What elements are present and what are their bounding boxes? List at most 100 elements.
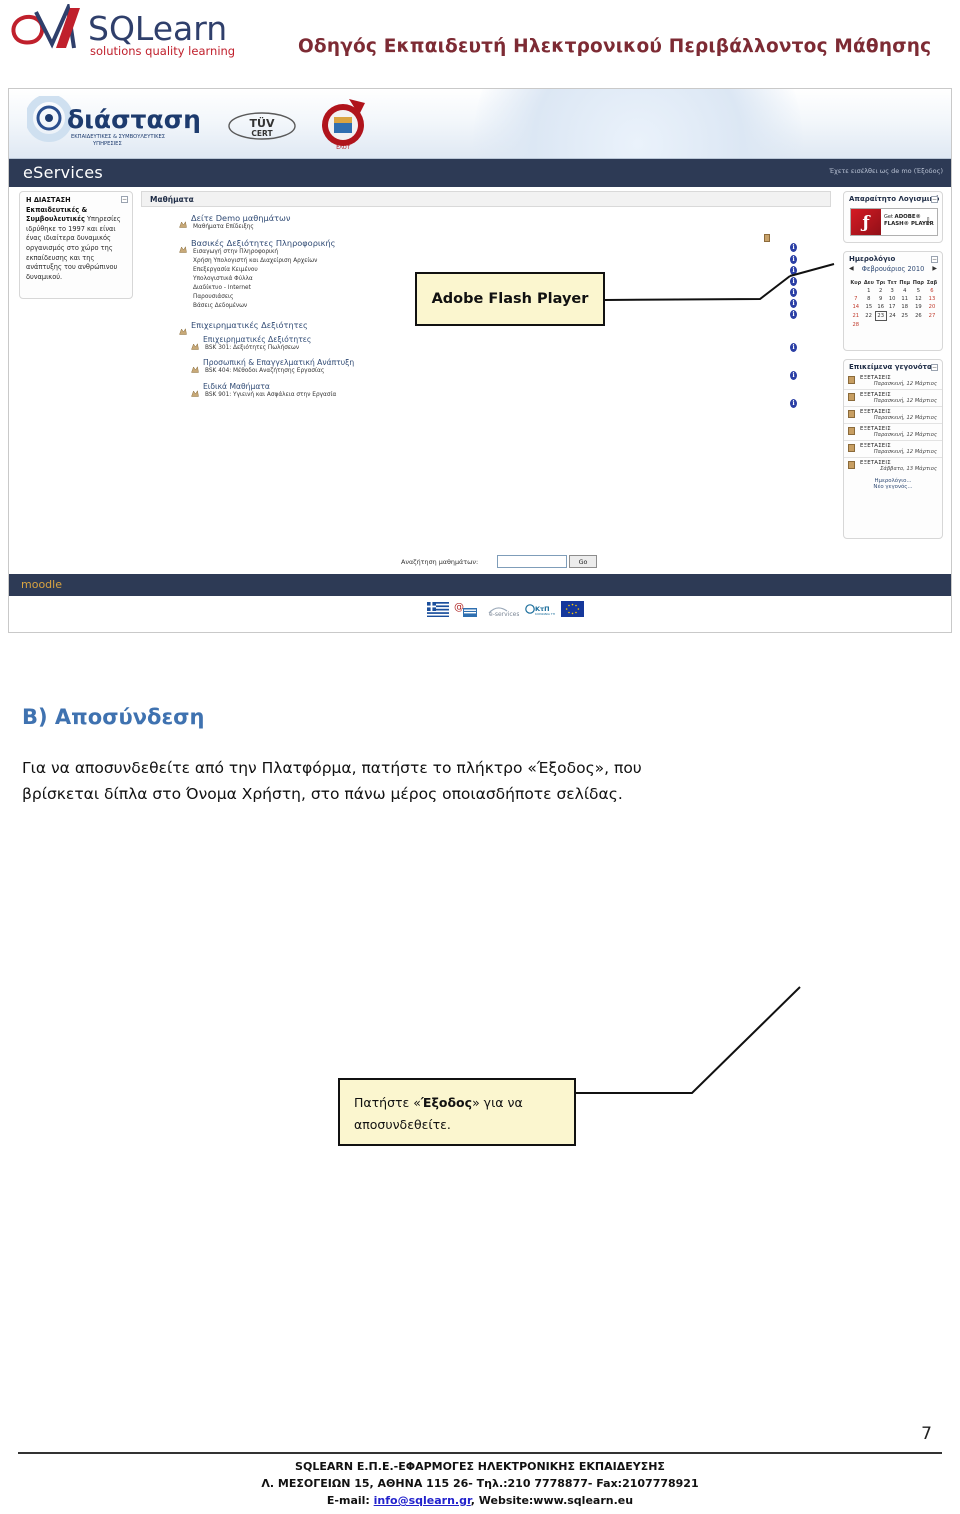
course-category-link[interactable]: Βασικές Δεξιότητες Πληροφορικής xyxy=(179,238,335,248)
required-software-panel: Απαραίτητο Λογισμικό − ƒ Get ADOBE® FLAS… xyxy=(843,191,943,243)
svg-text:διάσταση: διάσταση xyxy=(67,105,201,134)
collapse-icon[interactable]: − xyxy=(931,196,938,203)
callout-exit-prefix: Πατήστε « xyxy=(354,1095,421,1110)
calendar-day[interactable]: 20 xyxy=(925,303,938,312)
event-icon xyxy=(848,444,855,452)
course-category-link[interactable]: Ειδικά Μαθήματα xyxy=(191,382,336,391)
course-link[interactable]: Εισαγωγή στην Πληροφορική xyxy=(179,248,335,257)
calendar-day[interactable]: 10 xyxy=(886,295,898,303)
course-search-go-button[interactable]: Go xyxy=(569,555,597,568)
course-search-input[interactable] xyxy=(497,555,567,568)
calendar-month-label: Φεβρουάριος 2010 xyxy=(861,265,925,273)
course-info-icon[interactable]: i xyxy=(790,343,797,352)
calendar-day[interactable]: 3 xyxy=(886,287,898,295)
elot-certification-logo: ΕΛΟΤ xyxy=(322,99,365,151)
required-software-title: Απαραίτητο Λογισμικό xyxy=(849,195,940,203)
calendar-day[interactable]: 2 xyxy=(875,287,886,295)
collapse-icon[interactable]: − xyxy=(931,364,938,371)
login-status-logout-link[interactable]: Έχετε εισέλθει ως de mo (Έξοδος) xyxy=(829,167,943,175)
calendar-day[interactable]: 14 xyxy=(849,303,863,312)
collapse-icon[interactable]: − xyxy=(121,196,128,203)
calendar-weekday: Δευ xyxy=(863,280,874,286)
calendar-day[interactable]: 13 xyxy=(925,295,938,303)
course-info-icon[interactable]: i xyxy=(790,371,797,380)
event-row[interactable]: ΕΞΕΤΑΣΕΙΣ Παρασκευή, 12 Μάρτιος xyxy=(844,423,942,440)
course-category-link[interactable]: Επιχειρηματικές Δεξιότητες xyxy=(191,335,311,344)
calendar-day[interactable]: 16 xyxy=(875,303,886,312)
calendar-day[interactable]: 9 xyxy=(875,295,886,303)
calendar-day-today[interactable]: 23 xyxy=(874,311,887,321)
event-row[interactable]: ΕΞΕΤΑΣΕΙΣ Σάββατο, 13 Μάρτιος xyxy=(844,457,942,474)
callout-exit-suffix: » για να xyxy=(472,1095,523,1110)
event-row[interactable]: ΕΞΕΤΑΣΕΙΣ Παρασκευή, 12 Μάρτιος xyxy=(844,440,942,457)
calendar-day[interactable]: 8 xyxy=(863,295,876,303)
calendar-day xyxy=(863,321,876,329)
calendar-prev-icon[interactable]: ◀ xyxy=(849,265,854,272)
course-info-icon[interactable]: i xyxy=(790,399,797,408)
course-info-icon[interactable]: i xyxy=(790,277,797,286)
course-link[interactable]: Βάσεις Δεδομένων xyxy=(179,302,335,311)
course-info-icon[interactable]: i xyxy=(790,243,797,252)
svg-text:ΚΟΙΝΩΝΙΑ ΤΗΣ ΠΛΗΡΟΦΟΡΙΑΣ: ΚΟΙΝΩΝΙΑ ΤΗΣ ΠΛΗΡΟΦΟΡΙΑΣ xyxy=(535,612,555,616)
svg-text:ΕΛΟΤ: ΕΛΟΤ xyxy=(336,145,351,151)
calendar-day[interactable]: 7 xyxy=(849,295,863,303)
flash-get-label: Get xyxy=(884,214,893,220)
calendar-day xyxy=(849,287,863,295)
course-link[interactable]: BSK 404: Μέθοδοι Αναζήτησης Εργασίας xyxy=(191,367,354,376)
course-link[interactable]: Χρήση Υπολογιστή και Διαχείριση Αρχείων xyxy=(179,257,335,266)
footer-line-3: E-mail: info@sqlearn.gr, Website:www.sql… xyxy=(0,1492,960,1509)
course-link[interactable]: Υπολογιστικά Φύλλα xyxy=(179,275,335,284)
course-info-icon[interactable]: i xyxy=(790,288,797,297)
svg-text:@: @ xyxy=(454,602,464,613)
course-link[interactable]: BSK 901: Υγιεινή και Ασφάλεια στην Εργασ… xyxy=(191,391,336,400)
calendar-day[interactable]: 4 xyxy=(898,287,911,295)
event-row[interactable]: ΕΞΕΤΑΣΕΙΣ Παρασκευή, 12 Μάρτιος xyxy=(844,389,942,406)
course-link[interactable]: BSK 301: Δεξιότητες Πωλήσεων xyxy=(191,344,311,353)
calendar-day[interactable]: 12 xyxy=(911,295,925,303)
calendar-day[interactable]: 26 xyxy=(911,312,925,321)
course-link[interactable]: Επεξεργασία Κειμένου xyxy=(179,266,335,275)
event-date: Παρασκευή, 12 Μάρτιος xyxy=(873,398,937,404)
site-name: eServices xyxy=(23,163,104,182)
calendar-day[interactable]: 15 xyxy=(863,303,876,312)
event-row[interactable]: ΕΞΕΤΑΣΕΙΣ Παρασκευή, 12 Μάρτιος xyxy=(844,406,942,423)
collapse-icon[interactable]: − xyxy=(931,256,938,263)
calendar-day-rows: 1 2 3 4 5 6 7 8 9 10 11 12 13 14 15 16 17 18 19 20 21 22 23 24 2… xyxy=(849,287,939,329)
course-info-icon[interactable]: i xyxy=(790,255,797,264)
download-arrow-icon: ⇩ xyxy=(924,217,932,227)
calendar-day[interactable]: 11 xyxy=(898,295,911,303)
calendar-day[interactable]: 18 xyxy=(898,303,911,312)
course-link[interactable]: Παρουσιάσεις xyxy=(179,293,335,302)
calendar-day[interactable]: 21 xyxy=(849,312,863,321)
calendar-day[interactable]: 17 xyxy=(886,303,898,312)
course-category-link[interactable]: Επιχειρηματικές Δεξιότητες xyxy=(179,320,308,330)
espa-logo-icon: @ xyxy=(454,602,477,617)
calendar-day[interactable]: 1 xyxy=(863,287,876,295)
course-info-icon[interactable]: i xyxy=(790,299,797,308)
footer-email-link[interactable]: info@sqlearn.gr xyxy=(374,1494,471,1507)
calendar-weekday-row: Κυρ Δευ Τρι Τετ Πεμ Παρ Σαβ xyxy=(849,279,939,287)
get-adobe-flash-player-button[interactable]: ƒ Get ADOBE® FLASH® PLAYER ⇩ xyxy=(850,208,938,236)
calendar-day[interactable]: 27 xyxy=(925,312,938,321)
calendar-day[interactable]: 28 xyxy=(849,321,863,329)
event-row[interactable]: ΕΞΕΤΑΣΕΙΣ Παρασκευή, 12 Μάρτιος xyxy=(844,373,942,389)
calendar-day[interactable]: 24 xyxy=(886,312,898,321)
calendar-day xyxy=(886,321,898,329)
calendar-day[interactable]: 22 xyxy=(863,312,876,321)
calendar-day[interactable]: 5 xyxy=(911,287,925,295)
site-navbar: eServices Έχετε εισέλθει ως de mo (Έξοδο… xyxy=(9,159,951,187)
course-link[interactable]: Μαθήματα Επίδειξης xyxy=(179,223,290,232)
course-category: Βασικές Δεξιότητες Πληροφορικής Εισαγωγή … xyxy=(179,238,335,311)
calendar-day[interactable]: 25 xyxy=(898,312,911,321)
course-category-link[interactable]: Προσωπική & Επαγγελματική Ανάπτυξη xyxy=(191,358,354,367)
course-category-link[interactable]: Δείτε Demo μαθημάτων xyxy=(179,213,290,223)
new-event-link[interactable]: Νέο γεγονός... xyxy=(844,484,942,490)
flash-logo-icon: ƒ xyxy=(851,209,881,235)
calendar-day[interactable]: 6 xyxy=(925,287,938,295)
course-info-icon[interactable]: i xyxy=(790,310,797,319)
course-link[interactable]: Διαδίκτυο - Internet xyxy=(179,284,335,293)
moodle-logo[interactable]: moodle xyxy=(21,578,62,591)
calendar-day[interactable]: 19 xyxy=(911,303,925,312)
course-info-icon[interactable]: i xyxy=(790,266,797,275)
calendar-next-icon[interactable]: ▶ xyxy=(932,265,937,272)
